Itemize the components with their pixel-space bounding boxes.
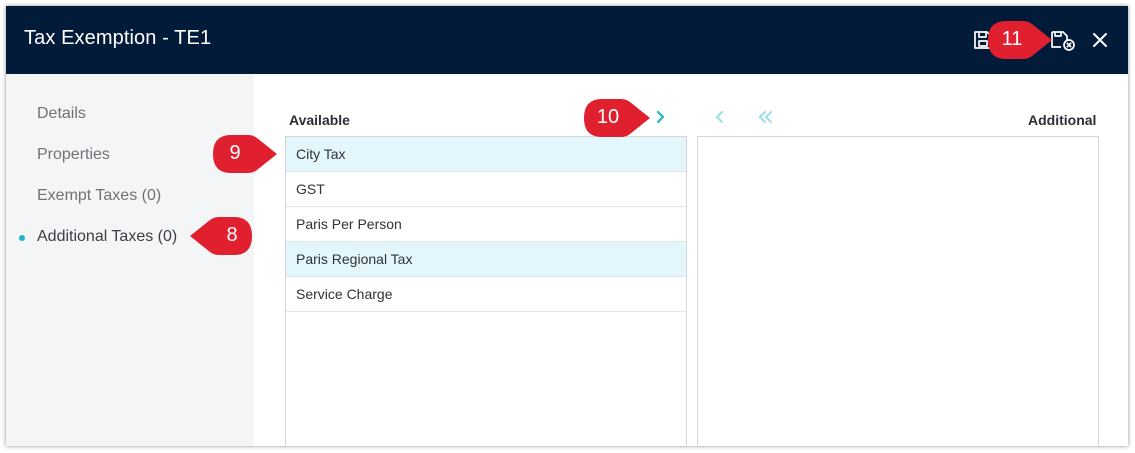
sidebar-item-additional-taxes[interactable]: Additional Taxes (0) (37, 228, 177, 246)
callout-8: 8 (190, 216, 254, 256)
list-item-paris-per-person[interactable]: Paris Per Person (286, 207, 686, 242)
active-indicator-dot (19, 235, 25, 241)
close-icon[interactable] (1088, 28, 1112, 52)
dialog-header: Tax Exemption - TE1 (6, 6, 1128, 74)
sidebar-item-details[interactable]: Details (37, 105, 86, 123)
callout-11: 11 (986, 20, 1052, 60)
list-item-city-tax[interactable]: City Tax (286, 137, 686, 172)
callout-10: 10 (582, 98, 650, 138)
sidebar-item-exempt-taxes[interactable]: Exempt Taxes (0) (37, 187, 161, 205)
move-all-left-button[interactable] (755, 106, 777, 128)
save-close-icon[interactable] (1049, 28, 1077, 52)
move-left-button[interactable] (709, 106, 731, 128)
sidebar-item-properties[interactable]: Properties (37, 146, 110, 164)
sidebar (6, 74, 254, 446)
additional-list (697, 136, 1099, 446)
available-list-label: Available (289, 112, 350, 128)
list-item-gst[interactable]: GST (286, 172, 686, 207)
tax-exemption-dialog: Tax Exemption - TE1 Details Properties E… (6, 6, 1128, 446)
move-right-button[interactable] (649, 106, 671, 128)
dialog-title: Tax Exemption - TE1 (24, 27, 212, 49)
available-list: City Tax GST Paris Per Person Paris Regi… (285, 136, 687, 446)
list-item-paris-regional-tax[interactable]: Paris Regional Tax (286, 242, 686, 277)
additional-list-label: Additional (1028, 112, 1097, 128)
callout-9: 9 (211, 134, 277, 174)
list-item-service-charge[interactable]: Service Charge (286, 277, 686, 312)
